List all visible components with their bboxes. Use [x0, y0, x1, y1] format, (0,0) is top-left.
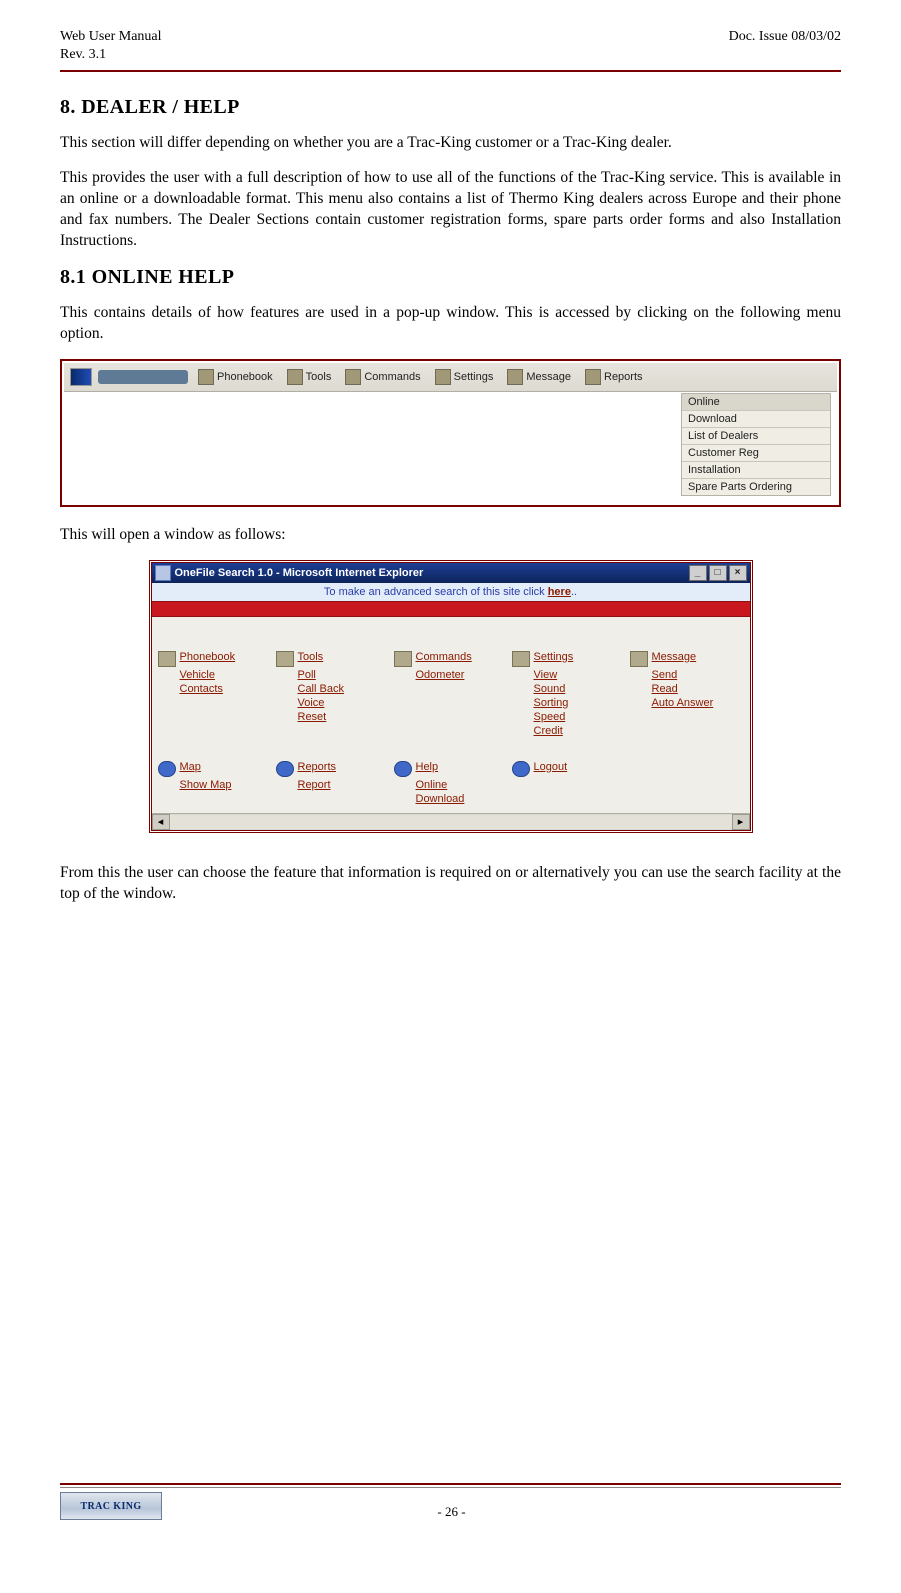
link-showmap[interactable]: Show Map [180, 779, 272, 791]
footer-rule [60, 1483, 841, 1485]
heading-8: 8. DEALER / HELP [60, 96, 841, 119]
link-autoanswer[interactable]: Auto Answer [652, 697, 744, 709]
help-link-grid: Phonebook Tools Commands Settings Messag… [158, 651, 744, 737]
menu-tools[interactable]: Tools [283, 368, 336, 386]
advanced-search-link[interactable]: here [548, 586, 571, 598]
header-rule [60, 70, 841, 72]
tools-icon [276, 651, 294, 667]
col-tools[interactable]: Tools [298, 651, 390, 667]
menu-toolbar: Phonebook Tools Commands Settings Messag… [64, 363, 837, 392]
link-reset[interactable]: Reset [298, 711, 390, 723]
col-map[interactable]: Map [180, 761, 272, 777]
para-2: This provides the user with a full descr… [60, 168, 841, 252]
popup-banner: To make an advanced search of this site … [152, 583, 750, 601]
brand-text-icon [98, 370, 188, 384]
col-message[interactable]: Message [652, 651, 744, 667]
dropdown-item-download[interactable]: Download [682, 411, 830, 428]
header-left-2: Rev. 3.1 [60, 46, 162, 64]
col-commands[interactable]: Commands [416, 651, 508, 667]
tools-icon [287, 369, 303, 385]
maximize-button[interactable]: □ [709, 565, 727, 581]
link-read[interactable]: Read [652, 683, 744, 695]
dropdown-item-spare-parts[interactable]: Spare Parts Ordering [682, 479, 830, 495]
dropdown-item-installation[interactable]: Installation [682, 462, 830, 479]
popup-titlebar: OneFile Search 1.0 - Microsoft Internet … [152, 563, 750, 583]
popup-scrollbar[interactable]: ◂ ▸ [152, 813, 750, 830]
header-left-1: Web User Manual [60, 28, 162, 46]
col-reports[interactable]: Reports [298, 761, 390, 777]
para-4: This will open a window as follows: [60, 525, 841, 546]
link-report[interactable]: Report [298, 779, 390, 791]
heading-8-1: 8.1 ONLINE HELP [60, 266, 841, 289]
page-number: - 26 - [162, 1504, 741, 1520]
link-voice[interactable]: Voice [298, 697, 390, 709]
popup-title: OneFile Search 1.0 - Microsoft Internet … [175, 567, 424, 579]
col-settings[interactable]: Settings [534, 651, 626, 667]
link-odometer[interactable]: Odometer [416, 669, 508, 681]
phonebook-icon [158, 651, 176, 667]
commands-icon [394, 651, 412, 667]
ie-icon [155, 565, 171, 581]
menu-commands[interactable]: Commands [341, 368, 424, 386]
menu-message[interactable]: Message [503, 368, 575, 386]
menu-reports[interactable]: Reports [581, 368, 647, 386]
screenshot-toolbar: Phonebook Tools Commands Settings Messag… [60, 359, 841, 507]
menu-settings[interactable]: Settings [431, 368, 498, 386]
footer-logo: TRAC KING [60, 1492, 162, 1520]
link-poll[interactable]: Poll [298, 669, 390, 681]
col-help[interactable]: Help [416, 761, 508, 777]
col-phonebook[interactable]: Phonebook [180, 651, 272, 667]
link-help-online[interactable]: Online [416, 779, 508, 791]
phonebook-icon [198, 369, 214, 385]
popup-redbar [152, 601, 750, 617]
help-dropdown: Online Download List of Dealers Customer… [681, 393, 831, 496]
para-5: From this the user can choose the featur… [60, 863, 841, 905]
settings-icon [512, 651, 530, 667]
commands-icon [345, 369, 361, 385]
link-contacts[interactable]: Contacts [180, 683, 272, 695]
link-send[interactable]: Send [652, 669, 744, 681]
menu-phonebook[interactable]: Phonebook [194, 368, 277, 386]
para-1: This section will differ depending on wh… [60, 133, 841, 154]
header-right: Doc. Issue 08/03/02 [729, 28, 841, 64]
scroll-left-icon[interactable]: ◂ [152, 814, 170, 830]
help-icon [394, 761, 412, 777]
link-credit[interactable]: Credit [534, 725, 626, 737]
screenshot-popup: OneFile Search 1.0 - Microsoft Internet … [149, 560, 753, 833]
reports-icon [585, 369, 601, 385]
link-vehicle[interactable]: Vehicle [180, 669, 272, 681]
col-logout[interactable]: Logout [534, 761, 626, 777]
logout-icon [512, 761, 530, 777]
link-sound[interactable]: Sound [534, 683, 626, 695]
scroll-right-icon[interactable]: ▸ [732, 814, 750, 830]
help-link-grid-2: Map Reports Help Logout Show Map Report … [158, 761, 744, 805]
dropdown-item-dealers[interactable]: List of Dealers [682, 428, 830, 445]
minimize-button[interactable]: _ [689, 565, 707, 581]
link-speed[interactable]: Speed [534, 711, 626, 723]
message-icon [507, 369, 523, 385]
link-sorting[interactable]: Sorting [534, 697, 626, 709]
link-view[interactable]: View [534, 669, 626, 681]
dropdown-item-customer-reg[interactable]: Customer Reg [682, 445, 830, 462]
para-3: This contains details of how features ar… [60, 303, 841, 345]
settings-icon [435, 369, 451, 385]
brand-logo-icon [70, 368, 92, 386]
reports-icon [276, 761, 294, 777]
message-icon [630, 651, 648, 667]
link-help-download[interactable]: Download [416, 793, 508, 805]
link-callback[interactable]: Call Back [298, 683, 390, 695]
dropdown-item-online[interactable]: Online [682, 394, 830, 411]
close-button[interactable]: × [729, 565, 747, 581]
map-icon [158, 761, 176, 777]
